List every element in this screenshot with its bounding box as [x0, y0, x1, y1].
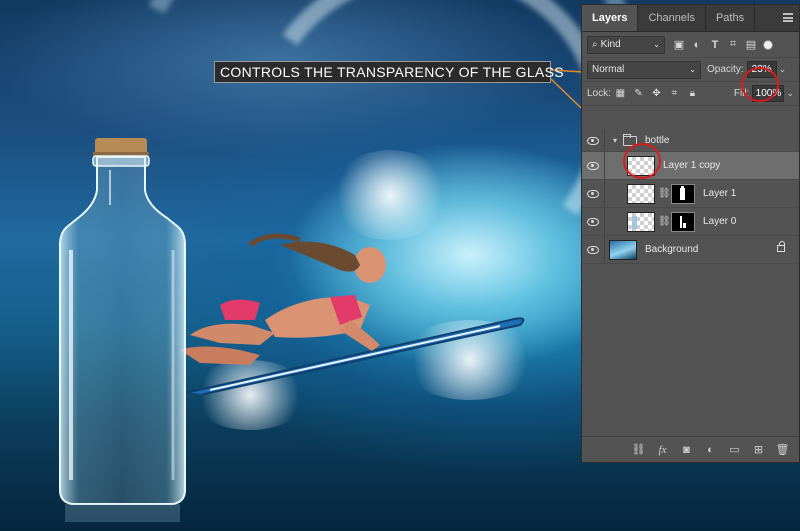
tab-paths[interactable]: Paths — [706, 5, 756, 31]
layer-row-layer-1-copy[interactable]: Layer 1 copy — [582, 152, 799, 180]
filter-row: ⌕ Kind ⌄ ▣ ◐ T ⌗ ▤ — [582, 32, 799, 58]
delete-layer-icon[interactable]: 🗑︎ — [776, 444, 790, 456]
new-group-icon[interactable]: ▭ — [728, 444, 741, 456]
lock-all-icon[interactable]: 🔒︎ — [687, 88, 698, 99]
image-filter-icon[interactable]: ▣ — [673, 39, 685, 51]
layer-mask-thumbnail[interactable] — [671, 183, 695, 204]
adjustment-layer-icon[interactable]: ◐ — [704, 444, 717, 456]
kind-filter-select[interactable]: ⌕ Kind ⌄ — [587, 35, 665, 54]
eye-icon — [587, 245, 599, 254]
thumbnail-highlight-circle — [623, 143, 661, 179]
layer-name: Layer 1 copy — [663, 160, 721, 171]
layer-row-bottle[interactable]: ▾ bottle — [582, 130, 799, 152]
blend-mode-value: Normal — [592, 64, 625, 75]
layer-thumbnail — [627, 211, 655, 232]
panel-menu-icon[interactable] — [783, 13, 793, 22]
link-layers-icon[interactable]: ⛓︎ — [632, 444, 646, 456]
eye-icon — [587, 217, 599, 226]
smart-object-filter-icon[interactable]: ▤ — [745, 39, 757, 51]
kind-filter-label: Kind — [600, 39, 621, 50]
adjustment-filter-icon[interactable]: ◐ — [691, 39, 703, 51]
visibility-toggle[interactable] — [582, 189, 604, 198]
eye-icon — [587, 136, 599, 145]
visibility-toggle[interactable] — [582, 136, 604, 145]
eye-icon — [587, 161, 599, 170]
callout-text: CONTROLS THE TRANSPARENCY OF THE GLASS — [220, 64, 564, 80]
blend-mode-select[interactable]: Normal ⌄ — [587, 60, 701, 79]
mask-link-icon[interactable]: ⛓︎ — [658, 188, 671, 199]
opacity-slider-toggle-icon[interactable]: ⌄ — [779, 64, 787, 75]
tab-channels[interactable]: Channels — [638, 5, 706, 31]
search-icon: ⌕ — [592, 39, 598, 50]
visibility-toggle[interactable] — [582, 245, 604, 254]
mask-link-icon[interactable]: ⛓︎ — [658, 216, 671, 227]
layer-mask-thumbnail[interactable] — [671, 211, 695, 232]
tab-layers[interactable]: Layers — [582, 5, 639, 31]
visibility-toggle[interactable] — [582, 161, 604, 170]
opacity-highlight-circle — [741, 67, 779, 102]
annotation-callout: CONTROLS THE TRANSPARENCY OF THE GLASS — [214, 61, 564, 83]
shape-filter-icon[interactable]: ⌗ — [727, 38, 739, 51]
add-mask-icon[interactable]: ◙ — [680, 444, 693, 456]
fill-slider-toggle-icon[interactable]: ⌄ — [786, 88, 794, 99]
panel-tabs: Layers Channels Paths — [582, 5, 799, 32]
lock-transparent-pixels-icon[interactable]: ▦ — [615, 88, 626, 99]
lock-icon — [777, 241, 785, 252]
lock-image-pixels-icon[interactable]: ✎ — [633, 88, 644, 99]
layer-row-layer-0[interactable]: ⛓︎ Layer 0 — [582, 208, 799, 236]
layer-thumbnail — [627, 183, 655, 204]
glass-bottle — [59, 138, 186, 522]
filter-toggle-icon[interactable] — [763, 39, 773, 50]
layer-name: Layer 0 — [703, 216, 737, 227]
layer-row-layer-1[interactable]: ⛓︎ Layer 1 — [582, 180, 799, 208]
opacity-label: Opacity: — [707, 64, 744, 75]
new-layer-icon[interactable]: ⊞ — [752, 444, 765, 456]
lock-artboard-icon[interactable]: ⌗ — [669, 88, 680, 99]
fx-icon[interactable]: fx — [656, 444, 669, 456]
layer-row-background[interactable]: Background — [582, 236, 799, 264]
layer-name: Background — [645, 244, 699, 255]
type-filter-icon[interactable]: T — [709, 39, 721, 51]
layer-thumbnail — [609, 239, 637, 260]
chevron-down-icon: ⌄ — [689, 65, 696, 74]
chevron-down-icon[interactable]: ▾ — [609, 136, 621, 145]
chevron-down-icon: ⌄ — [653, 40, 660, 49]
visibility-toggle[interactable] — [582, 217, 604, 226]
layers-list: ▾ bottle Layer 1 copy ⛓︎ Layer 1 ⛓︎ Laye… — [582, 130, 799, 264]
lock-label: Lock: — [587, 88, 611, 99]
surfer-figure — [180, 233, 525, 395]
eye-icon — [587, 189, 599, 198]
lock-position-icon[interactable]: ✥ — [651, 88, 662, 99]
panel-bottom-toolbar: ⛓︎ fx ◙ ◐ ▭ ⊞ 🗑︎ — [582, 436, 799, 462]
layer-name: Layer 1 — [703, 188, 737, 199]
